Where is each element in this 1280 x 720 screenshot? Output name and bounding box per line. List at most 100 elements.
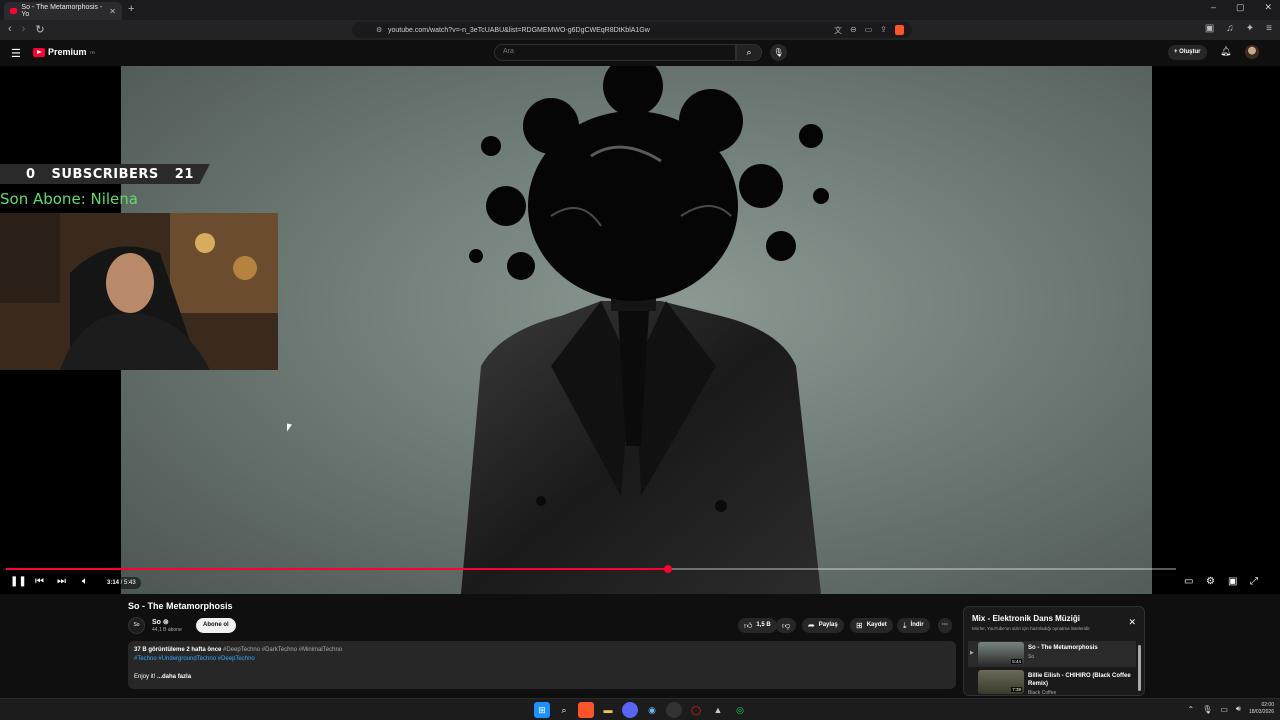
create-button[interactable]: + Oluştur — [1168, 45, 1207, 60]
mix-title: Mix - Elektronik Dans Müziği — [972, 614, 1081, 623]
subs-left-value: 0 — [26, 166, 36, 182]
playlist-item[interactable]: ▶ 5:44 So - The Metamorphosis So — [968, 641, 1136, 667]
hashtags-line1[interactable]: #DeepTechno #DarkTechno #MinimalTechno — [223, 647, 342, 653]
translate-icon[interactable]: 文 — [834, 25, 842, 36]
menu-icon[interactable]: ≡ — [1266, 23, 1272, 34]
time-total: 5:43 — [124, 580, 136, 586]
mic-tray-icon[interactable]: 🎙︎ — [1202, 705, 1212, 714]
browser-tab-bar: So - The Metamorphosis - Yo ✕ + – ▢ ✕ — [0, 0, 1280, 20]
hashtags-line2[interactable]: #Techno #UndergroundTechno #DeepTechno — [134, 655, 950, 664]
url-text: youtube.com/watch?v=-n_3eTcUABU&list=RDG… — [388, 26, 650, 34]
search-taskbar-icon[interactable]: ⌕ — [556, 702, 572, 718]
progress-bar[interactable] — [6, 565, 1176, 573]
voice-search-button[interactable]: 🎙︎ — [770, 44, 787, 61]
download-label: İndir — [910, 622, 924, 628]
close-window-button[interactable]: ✕ — [1264, 2, 1272, 13]
video-title: So - The Metamorphosis — [128, 601, 233, 611]
item-channel: So — [1028, 654, 1035, 660]
browser-toolbar: ‹ › ↻ ⌑ ⚙ youtube.com/watch?v=-n_3eTcUAB… — [0, 20, 1280, 40]
subscriber-counter-overlay: 0 SUBSCRIBERS 21 — [0, 164, 210, 184]
description-body-row: Enjoy it! ...daha fazla — [134, 673, 950, 682]
cast-icon[interactable]: ▭ — [865, 25, 873, 36]
next-icon[interactable]: ⏭︎ — [57, 576, 66, 587]
save-playlist-icon: ⊞ — [856, 621, 863, 630]
pause-icon[interactable]: ❚❚ — [10, 576, 27, 587]
new-tab-button[interactable]: + — [128, 3, 134, 15]
previous-icon[interactable]: ⏮︎ — [35, 576, 44, 587]
zoom-icon[interactable]: ⊖ — [850, 25, 857, 36]
file-explorer-icon[interactable]: ▬ — [600, 702, 616, 718]
brave-browser-icon[interactable] — [578, 702, 594, 718]
player-controls: ❚❚ ⏮︎ ⏭︎ 🔈︎ 3:14 / 5:43 ▭ ⚙ ▣ ⤢ — [0, 574, 1280, 592]
forward-icon[interactable]: › — [22, 23, 26, 36]
item-duration: 5:44 — [1011, 659, 1022, 664]
description-meta: 37 B görüntüleme 2 hafta önce #DeepTechn… — [134, 646, 950, 655]
tab-close-icon[interactable]: ✕ — [109, 7, 116, 16]
show-more-link[interactable]: ...daha fazla — [157, 674, 191, 680]
search-input[interactable]: Ara — [494, 44, 736, 61]
playlist-item[interactable]: 7:39 Billie Eilish - CHIHIRO (Black Coff… — [968, 669, 1136, 695]
address-tools: 文 ⊖ ▭ ⇪ — [834, 24, 904, 36]
scrubber-handle[interactable] — [664, 565, 672, 573]
miniplayer-icon[interactable]: ▣ — [1228, 576, 1237, 587]
app-icon[interactable]: ▲ — [710, 702, 726, 718]
back-icon[interactable]: ‹ — [8, 23, 12, 36]
search-button[interactable]: ⌕ — [736, 44, 762, 61]
browser-tab[interactable]: So - The Metamorphosis - Yo ✕ — [4, 2, 122, 20]
system-tray: ⌃ 🎙︎ ▭ 🔊︎ 02:00 18/03/2026 — [1188, 702, 1275, 716]
network-icon[interactable]: ▭ — [1220, 705, 1228, 714]
address-bar[interactable]: ⚙ youtube.com/watch?v=-n_3eTcUABU&list=R… — [352, 22, 912, 38]
webcam-overlay — [0, 213, 278, 370]
youtube-logo[interactable]: Premium TR — [33, 47, 95, 57]
settings-gear-icon[interactable]: ⚙ — [1206, 576, 1215, 587]
download-button[interactable]: ⤓ İndir — [897, 618, 930, 633]
reload-icon[interactable]: ↻ — [35, 23, 44, 36]
clock[interactable]: 02:00 18/03/2026 — [1249, 702, 1274, 716]
windows-start-icon[interactable]: ⊞ — [534, 702, 550, 718]
share-icon[interactable]: ⇪ — [880, 25, 887, 36]
time-current: 3:14 — [107, 580, 120, 586]
item-title: So - The Metamorphosis — [1028, 645, 1098, 651]
notifications-bell-icon[interactable]: 🔔︎ — [1220, 46, 1231, 57]
obs-icon[interactable] — [666, 702, 682, 718]
volume-tray-icon[interactable]: 🔊︎ — [1236, 704, 1241, 714]
save-button[interactable]: ⊞ Kaydet — [850, 618, 893, 633]
save-label: Kaydet — [866, 622, 887, 628]
time-display: 3:14 / 5:43 — [102, 577, 141, 589]
channel-avatar[interactable]: So — [128, 617, 145, 634]
now-playing-icon: ▶ — [970, 650, 974, 656]
progress-fill — [6, 568, 668, 570]
brave-shield-icon[interactable] — [895, 24, 904, 35]
like-button[interactable]: 👍︎ 1,5 B — [738, 618, 777, 633]
site-info-icon[interactable]: ⚙ — [376, 26, 382, 34]
sidebar-icon[interactable]: ▣ — [1205, 23, 1214, 34]
close-icon[interactable]: ✕ — [1128, 617, 1136, 628]
media-icon[interactable]: ♫ — [1226, 23, 1234, 34]
whatsapp-icon[interactable]: ◎ — [732, 702, 748, 718]
opera-icon[interactable]: ◯ — [688, 702, 704, 718]
channel-subscribers: 44,1 B abone — [152, 627, 182, 633]
subscribe-button[interactable]: Abone ol — [196, 618, 236, 633]
upload-age: 2 hafta önce — [186, 647, 222, 653]
menu-hamburger-icon[interactable]: ☰ — [11, 47, 21, 60]
description-box[interactable]: 37 B görüntüleme 2 hafta önce #DeepTechn… — [128, 641, 956, 689]
extensions-icon[interactable]: ✦ — [1246, 23, 1254, 34]
channel-name[interactable]: So ⊚ — [152, 618, 169, 626]
share-button[interactable]: ➦ Paylaş — [802, 618, 844, 633]
logo-text: Premium — [48, 47, 87, 57]
playlist-scrollbar[interactable] — [1138, 645, 1141, 691]
subtitles-icon[interactable]: ▭ — [1184, 576, 1193, 587]
dislike-button[interactable]: 👎︎ — [776, 618, 797, 633]
minimize-button[interactable]: – — [1211, 2, 1216, 13]
maximize-button[interactable]: ▢ — [1236, 2, 1245, 13]
fullscreen-icon[interactable]: ⤢ — [1250, 576, 1258, 587]
item-channel: Black Coffee — [1028, 690, 1057, 696]
discord-icon[interactable] — [622, 702, 638, 718]
tray-expand-icon[interactable]: ⌃ — [1188, 705, 1195, 714]
user-avatar[interactable] — [1245, 45, 1259, 59]
steam-icon[interactable]: ◉ — [644, 702, 660, 718]
volume-icon[interactable]: 🔈︎ — [82, 576, 88, 587]
share-arrow-icon: ➦ — [808, 621, 815, 630]
more-actions-button[interactable]: ··· — [938, 618, 952, 633]
browser-extensions: ▣ ♫ ✦ ≡ — [1205, 23, 1272, 34]
